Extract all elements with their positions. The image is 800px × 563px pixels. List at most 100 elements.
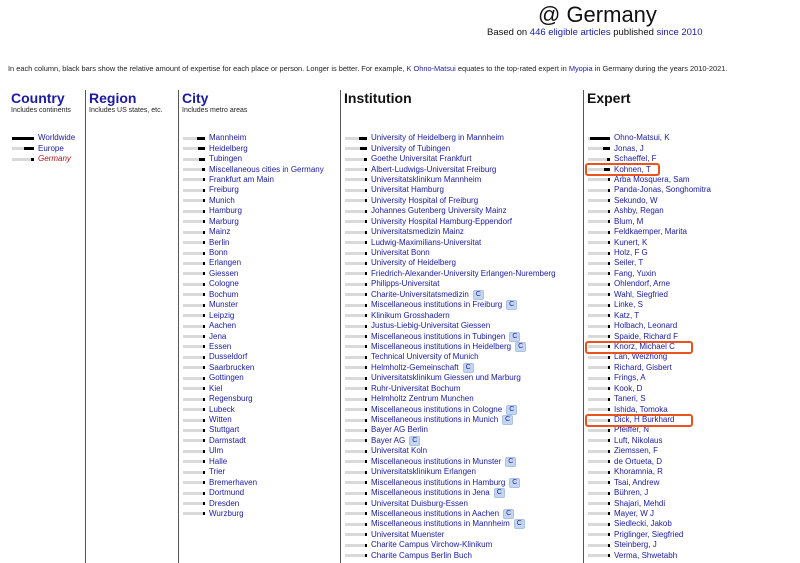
expert-row-label[interactable]: Siedlecki, Jakob xyxy=(614,519,672,529)
expert-row[interactable]: Dick, H Burkhard xyxy=(584,413,799,427)
expert-row[interactable]: Steinberg, J xyxy=(584,540,799,550)
expert-row-label[interactable]: Ashby, Regan xyxy=(614,206,664,216)
institution-row-label[interactable]: Helmholtz-Gemeinschaft xyxy=(371,363,459,373)
institution-row[interactable]: Goethe Universitat Frankfurt xyxy=(341,154,583,164)
institution-row[interactable]: Charite Campus Virchow-Klinikum xyxy=(341,540,583,550)
city-row[interactable]: Berlin xyxy=(179,237,341,247)
collection-badge[interactable]: C xyxy=(509,331,521,342)
institution-row-label[interactable]: Universitat Bonn xyxy=(371,248,430,258)
institution-row[interactable]: Miscellaneous institutions in Jena C xyxy=(341,488,583,499)
institution-row-label[interactable]: Universitat Duisburg-Essen xyxy=(371,499,468,509)
institution-row-label[interactable]: Charite Campus Berlin Buch xyxy=(371,551,472,561)
city-row[interactable]: Cologne xyxy=(179,279,341,289)
expert-row[interactable]: Taneri, S xyxy=(584,394,799,404)
institution-row-label[interactable]: Miscellaneous institutions in Jena xyxy=(371,488,490,498)
institution-row-label[interactable]: Universitat Muenster xyxy=(371,530,444,540)
expert-row[interactable]: Knorz, Michael C xyxy=(584,340,799,354)
institution-row[interactable]: Klinikum Grosshadern xyxy=(341,310,583,320)
example-expert-link[interactable]: K Ohno-Matsui xyxy=(407,64,456,73)
collection-badge[interactable]: C xyxy=(503,508,515,519)
institution-row[interactable]: University Hospital Hamburg-Eppendorf xyxy=(341,217,583,227)
expert-row[interactable]: Kook, D xyxy=(584,384,799,394)
expert-row[interactable]: Richard, Gisbert xyxy=(584,363,799,373)
expert-row[interactable]: Blum, M xyxy=(584,217,799,227)
expert-row-label[interactable]: Priglinger, Siegfried xyxy=(614,530,683,540)
expert-row[interactable]: Holz, F G xyxy=(584,248,799,258)
institution-row-label[interactable]: Miscellaneous institutions in Tubingen xyxy=(371,332,505,342)
expert-row[interactable]: Ohno-Matsui, K xyxy=(584,133,799,143)
institution-row-label[interactable]: Bayer AG xyxy=(371,436,405,446)
city-row[interactable]: Dresden xyxy=(179,498,341,508)
expert-row-label[interactable]: Spaide, Richard F xyxy=(614,332,678,342)
city-row-label[interactable]: Giessen xyxy=(209,269,238,279)
institution-row[interactable]: University Hospital of Freiburg xyxy=(341,196,583,206)
expert-row-label[interactable]: Jonas, J xyxy=(614,144,644,154)
expert-row-label[interactable]: de Ortueta, D xyxy=(614,457,662,467)
institution-row-label[interactable]: Miscellaneous institutions in Munster xyxy=(371,457,501,467)
collection-badge[interactable]: C xyxy=(506,404,518,415)
institution-row[interactable]: Miscellaneous institutions in Aachen C xyxy=(341,508,583,519)
expert-row-label[interactable]: Kohnen, T xyxy=(614,165,651,175)
city-row[interactable]: Tubingen xyxy=(179,154,341,164)
city-row[interactable]: Gottingen xyxy=(179,373,341,383)
expert-row[interactable]: Ishida, Tomoka xyxy=(584,404,799,414)
collection-badge[interactable]: C xyxy=(462,362,474,373)
city-row[interactable]: Essen xyxy=(179,342,341,352)
institution-row[interactable]: University of Heidelberg xyxy=(341,258,583,268)
institution-row-label[interactable]: Goethe Universitat Frankfurt xyxy=(371,154,471,164)
since-year-link[interactable]: since 2010 xyxy=(657,27,703,38)
city-row-label[interactable]: Lubeck xyxy=(209,405,235,415)
institution-row-label[interactable]: University of Tubingen xyxy=(371,144,450,154)
expert-row[interactable]: Lan, Weizhong xyxy=(584,352,799,362)
institution-row[interactable]: Bayer AG Berlin xyxy=(341,425,583,435)
expert-row-label[interactable]: Tsai, Andrew xyxy=(614,478,659,488)
city-row-label[interactable]: Leipzig xyxy=(209,311,234,321)
expert-row[interactable]: Frings, A xyxy=(584,373,799,383)
city-row[interactable]: Mannheim xyxy=(179,133,341,143)
city-row[interactable]: Saarbrucken xyxy=(179,363,341,373)
country-row-label[interactable]: Germany xyxy=(38,154,71,164)
expert-row-label[interactable]: Frings, A xyxy=(614,373,646,383)
expert-row-label[interactable]: Shajari, Mehdi xyxy=(614,499,665,509)
expert-row-label[interactable]: Dick, H Burkhard xyxy=(614,415,674,425)
institution-row[interactable]: Miscellaneous institutions in Hamburg C xyxy=(341,477,583,488)
expert-row-label[interactable]: Panda-Jonas, Songhomitra xyxy=(614,185,711,195)
city-row[interactable]: Witten xyxy=(179,415,341,425)
institution-row-label[interactable]: Friedrich-Alexander-University Erlangen-… xyxy=(371,269,556,279)
collection-badge[interactable]: C xyxy=(472,289,484,300)
city-row-label[interactable]: Trier xyxy=(209,467,225,477)
city-row[interactable]: Dusseldorf xyxy=(179,352,341,362)
city-row-label[interactable]: Gottingen xyxy=(209,373,244,383)
expert-row-label[interactable]: Feldkaemper, Marita xyxy=(614,227,687,237)
city-row-label[interactable]: Freiburg xyxy=(209,185,239,195)
city-row[interactable]: Heidelberg xyxy=(179,143,341,153)
institution-row-label[interactable]: Philipps-Universitat xyxy=(371,279,439,289)
institution-row[interactable]: University of Heidelberg in Mannheim xyxy=(341,133,583,143)
expert-row-label[interactable]: Kunert, K xyxy=(614,238,647,248)
institution-row-label[interactable]: Technical University of Munich xyxy=(371,352,479,362)
city-row-label[interactable]: Dusseldorf xyxy=(209,352,247,362)
institution-row[interactable]: Helmholtz Zentrum Munchen xyxy=(341,394,583,404)
institution-row[interactable]: Technical University of Munich xyxy=(341,352,583,362)
institution-row-label[interactable]: Charite Campus Virchow-Klinikum xyxy=(371,540,492,550)
collection-badge[interactable]: C xyxy=(513,519,525,530)
city-row[interactable]: Hamburg xyxy=(179,206,341,216)
institution-row[interactable]: Universitatsklinikum Erlangen xyxy=(341,467,583,477)
expert-row-label[interactable]: Blum, M xyxy=(614,217,643,227)
institution-row-label[interactable]: Justus-Liebig-Universitat Giessen xyxy=(371,321,490,331)
city-row-label[interactable]: Tubingen xyxy=(209,154,242,164)
city-row-label[interactable]: Hamburg xyxy=(209,206,242,216)
city-row-label[interactable]: Frankfurt am Main xyxy=(209,175,274,185)
institution-row-label[interactable]: Miscellaneous institutions in Freiburg xyxy=(371,300,502,310)
collection-badge[interactable]: C xyxy=(502,415,514,426)
collection-badge[interactable]: C xyxy=(506,300,518,311)
expert-row[interactable]: Feldkaemper, Marita xyxy=(584,227,799,237)
expert-row[interactable]: Wahl, Siegfried xyxy=(584,290,799,300)
city-row-label[interactable]: Mannheim xyxy=(209,133,246,143)
institution-row-label[interactable]: Miscellaneous institutions in Hamburg xyxy=(371,478,505,488)
country-row-label[interactable]: Worldwide xyxy=(38,133,75,143)
expert-row-label[interactable]: Schaeffel, F xyxy=(614,154,657,164)
institution-row-label[interactable]: University Hospital Hamburg-Eppendorf xyxy=(371,217,512,227)
city-row[interactable]: Aachen xyxy=(179,321,341,331)
institution-row-label[interactable]: Helmholtz Zentrum Munchen xyxy=(371,394,474,404)
